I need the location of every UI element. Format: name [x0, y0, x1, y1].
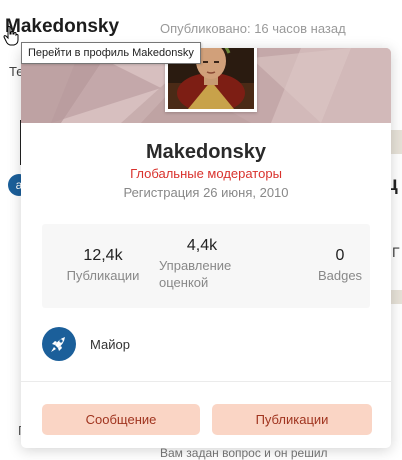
stat-label: Публикации — [66, 268, 140, 283]
divider — [21, 381, 391, 382]
rank-label: Майор — [90, 337, 130, 352]
profile-hover-card: Makedonsky Глобальные модераторы Регистр… — [21, 48, 391, 448]
stat-value: 12,4k — [83, 247, 123, 264]
profile-link-tooltip: Перейти в профиль Makedonsky — [21, 42, 201, 64]
publications-button[interactable]: Публикации — [212, 404, 372, 435]
stat-value: 4,4k — [186, 237, 218, 254]
stat-reputation: 4,4k Управление оценкой — [159, 235, 254, 291]
post-author-name[interactable]: Makedonsky — [5, 16, 119, 38]
message-button[interactable]: Сообщение — [42, 404, 200, 435]
registration-date: Регистрация 26 июня, 2010 — [123, 185, 289, 200]
hand-cursor-icon — [3, 26, 19, 46]
background-text-fragment: Г — [392, 244, 400, 260]
stat-value: 0 — [335, 247, 345, 264]
background-text-fragment: Вам задан вопрос и он решил — [160, 446, 328, 460]
post-meta: Опубликовано: 16 часов назад — [160, 21, 346, 36]
stat-badges: 0 Badges — [310, 245, 370, 284]
profile-group: Глобальные модераторы — [130, 166, 282, 181]
stat-label: Управление оценкой — [159, 258, 232, 290]
rocket-icon — [42, 327, 76, 361]
profile-name[interactable]: Makedonsky — [21, 141, 391, 164]
profile-stats: 12,4k Публикации 4,4k Управление оценкой… — [42, 224, 370, 308]
stat-publications: 12,4k Публикации — [62, 245, 144, 284]
stat-label: Badges — [317, 268, 363, 283]
